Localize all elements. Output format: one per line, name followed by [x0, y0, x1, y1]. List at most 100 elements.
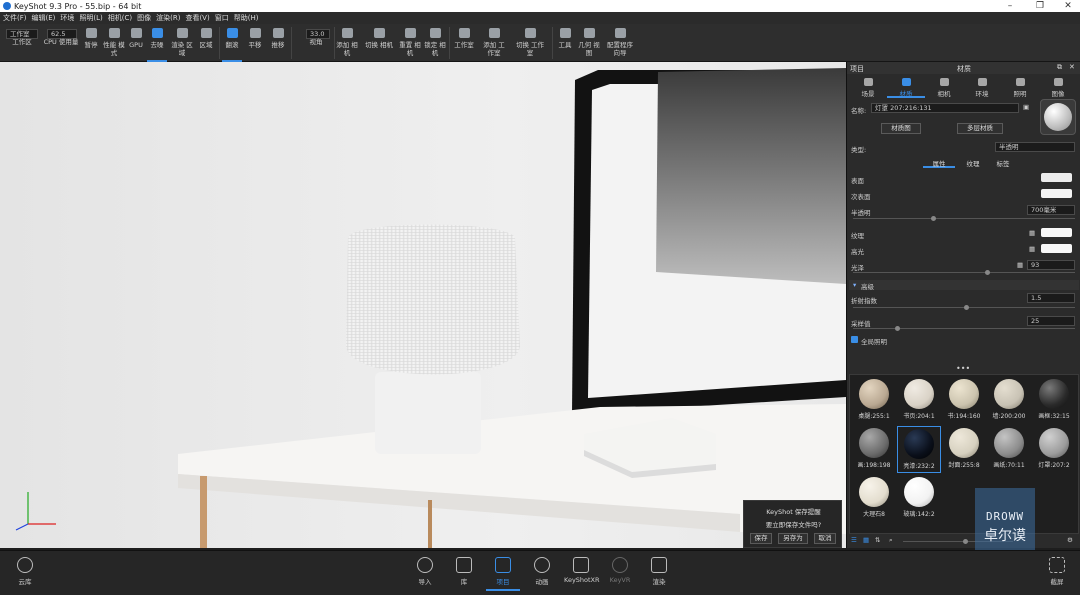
subsurface-color-swatch[interactable] [1041, 189, 1072, 198]
checker-icon[interactable]: ▦ [1017, 261, 1023, 269]
dialog-cancel-button[interactable]: 取消 [814, 533, 836, 544]
specular-color-swatch[interactable] [1041, 244, 1072, 253]
material-graph-button[interactable]: 材质图 [881, 123, 921, 134]
grid-view-icon[interactable]: ▦ [863, 536, 869, 544]
library-tile[interactable]: 封面:255:8 [942, 426, 986, 473]
config-wizard-button[interactable]: 配置程序 向导 [603, 24, 637, 62]
animation-button[interactable]: 动画 [525, 557, 559, 586]
sort-icon[interactable]: ⇅ [875, 536, 880, 544]
translucency-slider[interactable] [853, 216, 1075, 221]
dolly-button[interactable]: 推移 [268, 24, 288, 62]
library-tile[interactable]: 桌腿:255:1 [852, 377, 896, 424]
render-viewport[interactable] [0, 62, 846, 548]
subtab-material[interactable]: 材质 [887, 76, 925, 98]
library-button[interactable]: 库 [447, 557, 481, 586]
menu-help[interactable]: 帮助(H) [234, 13, 259, 23]
denoise-button[interactable]: 去噪 [147, 24, 167, 62]
panel-close-icon[interactable]: ✕ [1069, 63, 1075, 71]
checker-icon[interactable]: ▦ [1029, 229, 1035, 237]
subtab-image[interactable]: 图像 [1039, 76, 1077, 98]
tab-project[interactable]: 项目 [850, 64, 864, 74]
render-area-button[interactable]: 渲染 区域 [170, 24, 194, 62]
maximize-icon[interactable]: ❐ [1026, 0, 1054, 12]
project-button[interactable]: 项目 [486, 557, 520, 591]
library-tile[interactable]: 书:194:160 [942, 377, 986, 424]
menu-file[interactable]: 文件(F) [3, 13, 27, 23]
texture-color-swatch[interactable] [1041, 228, 1072, 237]
add-studio-button[interactable]: 添加 工作室 [481, 24, 507, 62]
surface-color-swatch[interactable] [1041, 173, 1072, 182]
geometry-view-button[interactable]: 几何 视图 [578, 24, 600, 62]
dialog-save-button[interactable]: 保存 [750, 533, 772, 544]
menu-lighting[interactable]: 照明(L) [79, 13, 102, 23]
library-tile[interactable]: 书页:204:1 [897, 377, 941, 424]
samples-input[interactable]: 25 [1027, 316, 1075, 326]
slider-knob[interactable] [985, 270, 990, 275]
ior-slider[interactable] [853, 305, 1075, 310]
keyvr-button[interactable]: KeyVR [603, 557, 637, 584]
render-button[interactable]: 渲染 [642, 557, 676, 586]
menu-edit[interactable]: 编辑(E) [32, 13, 56, 23]
cloud-library-button[interactable]: 云库 [8, 557, 42, 586]
material-name-input[interactable]: 灯罩 207:216:131 [871, 103, 1019, 113]
screenshot-button[interactable]: 截屏 [1040, 557, 1074, 586]
menu-render[interactable]: 渲染(R) [156, 13, 180, 23]
menu-camera[interactable]: 相机(C) [108, 13, 132, 23]
tools-button[interactable]: 工具 [555, 24, 575, 62]
performance-mode-button[interactable]: 性能 模式 [103, 24, 125, 62]
panel-popout-icon[interactable]: ⧉ [1057, 63, 1062, 72]
menu-environment[interactable]: 环境 [60, 13, 74, 23]
save-material-icon[interactable]: ▣ [1023, 103, 1029, 111]
library-tile[interactable]: 画纸:70:11 [987, 426, 1031, 473]
pause-button[interactable]: 暂停 [82, 24, 100, 62]
global-illumination-checkbox[interactable] [851, 336, 858, 343]
lock-camera-button[interactable]: 锁定 相机 [424, 24, 446, 62]
slider-knob[interactable] [964, 305, 969, 310]
tumble-button[interactable]: 翻滚 [222, 24, 242, 62]
add-camera-button[interactable]: 添加 相机 [336, 24, 358, 62]
checker-icon[interactable]: ▦ [1029, 245, 1035, 253]
reset-camera-button[interactable]: 重置 相机 [399, 24, 421, 62]
tab-labels[interactable]: 标签 [989, 158, 1017, 168]
library-tile[interactable]: 画:198:198 [852, 426, 896, 473]
ior-input[interactable]: 1.5 [1027, 293, 1075, 303]
library-tile[interactable]: 画框:32:15 [1032, 377, 1076, 424]
subtab-environment[interactable]: 环境 [963, 76, 1001, 98]
menu-view[interactable]: 查看(V) [185, 13, 209, 23]
multi-material-button[interactable]: 多层材质 [957, 123, 1003, 134]
switch-studio-button[interactable]: 切换 工作室 [513, 24, 547, 62]
advanced-section[interactable]: ▾ 高级 [849, 280, 1079, 291]
roughness-input[interactable]: 93 [1027, 260, 1075, 270]
material-type-dropdown[interactable]: 半透明 [995, 142, 1075, 152]
gpu-button[interactable]: GPU [127, 24, 145, 62]
tab-properties[interactable]: 属性 [923, 158, 955, 168]
slider-knob[interactable] [931, 216, 936, 221]
translucency-input[interactable]: 700毫米 [1027, 205, 1075, 215]
samples-slider[interactable] [853, 326, 1075, 331]
tab-material[interactable]: 材质 [957, 64, 971, 74]
minimize-icon[interactable]: – [996, 0, 1024, 12]
studio-button[interactable]: 工作室 [452, 24, 476, 62]
dialog-save-as-button[interactable]: 另存为 [778, 533, 808, 544]
subtab-camera[interactable]: 相机 [925, 76, 963, 98]
switch-camera-button[interactable]: 切换 相机 [364, 24, 394, 62]
library-tile[interactable]: 大理石8 [852, 475, 896, 522]
library-tile[interactable]: 玻璃:142:2 [897, 475, 941, 522]
more-icon[interactable]: ••• [956, 364, 970, 373]
library-tile-selected[interactable]: 亮漆:232:2 [897, 426, 941, 473]
close-icon[interactable]: ✕ [1054, 0, 1080, 12]
roughness-slider[interactable] [853, 270, 1075, 275]
library-tile[interactable]: 灯罩:207:2 [1032, 426, 1076, 473]
subtab-scene[interactable]: 场景 [849, 76, 887, 98]
slider-knob[interactable] [963, 539, 968, 544]
slider-knob[interactable] [895, 326, 900, 331]
menu-image[interactable]: 图像 [137, 13, 151, 23]
menu-window[interactable]: 窗口 [215, 13, 229, 23]
import-button[interactable]: 导入 [408, 557, 442, 586]
list-view-icon[interactable]: ☰ [851, 536, 857, 544]
subtab-lighting[interactable]: 照明 [1001, 76, 1039, 98]
region-button[interactable]: 区域 [196, 24, 216, 62]
library-tile[interactable]: 墙:200:200 [987, 377, 1031, 424]
keyshotxr-button[interactable]: KeyShotXR [564, 557, 600, 584]
search-icon[interactable]: ⌕ [889, 536, 893, 545]
